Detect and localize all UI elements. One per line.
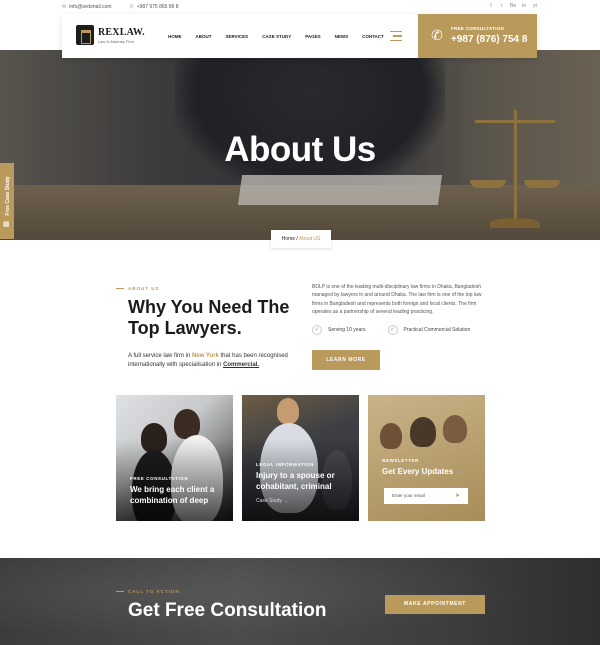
top-bar: ✉ info@webmail.com ✆ +987 975 865 86 8 f t… [0, 0, 600, 14]
call-to-action-section: CALL TO ACTION Get Free Consultation MAK… [0, 558, 600, 645]
main-nav: HOME ABOUT SERVICES CASE STUDY PAGES NEW… [168, 34, 384, 39]
nav-home[interactable]: HOME [168, 34, 182, 39]
service-card[interactable]: FREE CONSULTATION We bring each client a… [116, 395, 233, 521]
consultation-phone[interactable]: +987 (876) 754 8 [451, 34, 527, 45]
facebook-icon[interactable]: f [488, 3, 494, 9]
nav-case-study[interactable]: CASE STUDY [262, 34, 291, 39]
newsletter-card: NEWSLETTER Get Every Updates Enter your … [368, 395, 485, 521]
hero-banner: About Us [0, 50, 600, 240]
learn-more-button[interactable]: LEARN MORE [312, 350, 380, 370]
phone-contact[interactable]: ✆ +987 975 865 86 8 [130, 4, 179, 10]
main-header: REXLAW. Law & Attorney Firm HOME ABOUT S… [62, 14, 537, 58]
breadcrumb-home[interactable]: Home [282, 236, 295, 242]
card-title[interactable]: Injury to a spouse or cohabitant, crimin… [256, 471, 351, 492]
email-contact[interactable]: ✉ info@webmail.com [62, 4, 112, 10]
about-heading: Why You Need The Top Lawyers. [128, 297, 290, 338]
service-card[interactable]: LEGAL INFORMATION Injury to a spouse or … [242, 395, 359, 521]
hamburger-menu-icon[interactable] [390, 31, 402, 41]
newsletter-email-input[interactable]: Enter your email ➤ [384, 488, 468, 504]
about-section-label: ABOUT US [116, 286, 160, 291]
check-item: ✓ Practical Commercial Solution [387, 325, 470, 335]
breadcrumb-current: About US [298, 236, 321, 242]
check-icon: ✓ [387, 325, 398, 335]
grid-icon: ▦ [3, 221, 10, 228]
breadcrumb: Home / About US [271, 230, 331, 248]
phone-icon: ✆ [431, 27, 443, 43]
about-intro: A full service law firm in New York that… [128, 353, 288, 368]
nav-pages[interactable]: PAGES [305, 34, 320, 39]
check-icon: ✓ [312, 325, 322, 335]
social-links: f t Be in yt [488, 3, 538, 9]
check-item: ✓ Serving 10 years [312, 325, 366, 335]
nav-services[interactable]: SERVICES [226, 34, 249, 39]
person-image [410, 417, 436, 447]
card-title[interactable]: We bring each client a combination of de… [130, 485, 225, 506]
card-subtitle: FREE CONSULTATION [130, 476, 189, 481]
logo-mark-icon [76, 25, 94, 45]
free-consultation-box[interactable]: ✆ FREE CONSULTATION +987 (876) 754 8 [418, 14, 537, 58]
person-image [443, 415, 467, 443]
cta-heading: Get Free Consultation [128, 600, 327, 621]
brand-tagline: Law & Attorney Firm [98, 38, 135, 44]
logo[interactable]: REXLAW. Law & Attorney Firm [76, 25, 145, 45]
feature-checks: ✓ Serving 10 years ✓ Practical Commercial … [312, 325, 470, 335]
card-title: Get Every Updates [382, 467, 454, 476]
make-appointment-button[interactable]: MAKE APPOINTMENT [385, 595, 485, 614]
nav-news[interactable]: NEWS [335, 34, 349, 39]
twitter-icon[interactable]: t [499, 3, 505, 9]
brand-name: REXLAW. [98, 26, 145, 38]
card-subtitle: LEGAL INFORMATION [256, 462, 315, 467]
person-image [380, 423, 402, 449]
nav-about[interactable]: ABOUT [196, 34, 212, 39]
behance-icon[interactable]: Be [510, 3, 516, 9]
case-study-link[interactable]: Case Study → [256, 498, 288, 504]
free-case-study-tab[interactable]: Free Case Study ▦ [0, 163, 14, 239]
about-description: BDLP is one of the leading multi-discipl… [312, 284, 482, 316]
mail-icon: ✉ [62, 4, 67, 10]
send-icon[interactable]: ➤ [455, 488, 460, 504]
linkedin-icon[interactable]: in [521, 3, 527, 9]
cta-label: CALL TO ACTION [116, 589, 180, 594]
youtube-icon[interactable]: yt [532, 3, 538, 9]
page-title: About Us [224, 130, 376, 169]
arrow-right-icon: → [283, 498, 289, 504]
phone-icon: ✆ [129, 4, 134, 10]
consultation-label: FREE CONSULTATION [451, 26, 505, 31]
card-subtitle: NEWSLETTER [382, 458, 419, 463]
nav-contact[interactable]: CONTACT [362, 34, 384, 39]
